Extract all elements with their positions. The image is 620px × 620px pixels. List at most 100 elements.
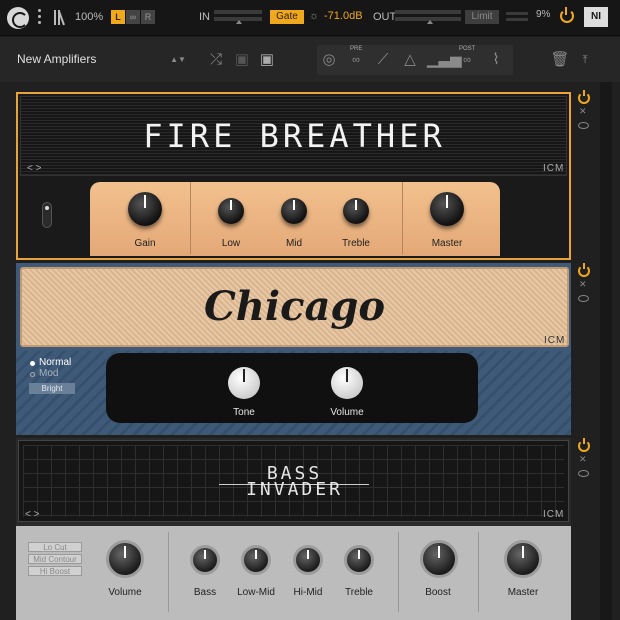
boost-knob[interactable] [420, 540, 458, 578]
low-knob[interactable] [218, 198, 244, 224]
channel-left-button[interactable]: L [111, 10, 125, 24]
bass-invader-control-panel: Lo Cut Mid Contour Hi Boost Volume Bass … [16, 526, 571, 620]
tuner-icon[interactable]: ◎ [319, 50, 339, 70]
mid-knob[interactable] [281, 198, 307, 224]
bass-invader-title-line2: INVADER [246, 479, 343, 500]
guitar-icon[interactable]: ⟋ [373, 50, 393, 70]
fire-breather-toggle-switch[interactable] [42, 202, 52, 228]
chicago-brand: ICM [544, 335, 566, 346]
paperclip-icon[interactable]: ⌇ [486, 50, 506, 70]
normal-radio-dot[interactable] [30, 361, 35, 366]
channel-right-button[interactable]: R [141, 10, 155, 24]
fire-breather-brand: ICM [543, 163, 565, 174]
eq-bars-icon[interactable]: ▁▃▅ [427, 50, 462, 70]
post-tape-icon[interactable]: ∞ [457, 50, 477, 70]
chicago-amp: Chicago ICM Normal Mod Bright Tone Volum… [16, 263, 571, 435]
low-mid-knob[interactable] [241, 545, 271, 575]
bass-volume-label: Volume [108, 587, 142, 598]
boost-label: Boost [425, 587, 451, 598]
bass-treble-label: Treble [345, 587, 373, 598]
gate-button[interactable]: Gate [270, 10, 304, 24]
chicago-knob-panel: Tone Volume [106, 353, 478, 423]
preset-prev-next-icon[interactable]: ▲▼ [168, 50, 188, 70]
menu-kebab-icon[interactable] [38, 9, 42, 26]
pre-tape-icon[interactable]: ∞ [346, 50, 366, 70]
low-label: Low [221, 238, 241, 249]
volume-label: Volume [330, 407, 364, 418]
fx-toolbar: ◎ ∞ PRE ⟋ △ ▁▃▅ ∞ POST ⌇ [317, 45, 513, 75]
shuffle-icon[interactable]: ⤮ [206, 50, 226, 70]
fire-breather-nav-arrows[interactable]: < > [27, 163, 41, 174]
fire-breather-control-panel: Gain Low Mid Treble Master [90, 182, 500, 256]
normal-radio-label[interactable]: Normal [39, 357, 71, 368]
input-meter[interactable] [214, 10, 262, 24]
master-power-icon[interactable] [560, 7, 574, 23]
rack-scrollbar[interactable] [600, 82, 612, 620]
fire-breather-amp: FIRE BREATHER < > ICM Gain Low Mid Trebl… [16, 92, 571, 260]
preset-name[interactable]: New Amplifiers [17, 52, 96, 66]
bass-knob[interactable] [190, 545, 220, 575]
cpu-top-readout: 100% [75, 11, 104, 23]
app-logo-icon[interactable] [7, 7, 29, 29]
mid-contour-button[interactable]: Mid Contour [28, 554, 82, 564]
volume-knob[interactable] [331, 367, 363, 399]
hi-mid-knob[interactable] [293, 545, 323, 575]
bass-invader-view-icon[interactable] [578, 470, 589, 477]
treble-label: Treble [342, 238, 370, 249]
save-disabled-icon: ▣ [234, 51, 250, 68]
limit-button[interactable]: Limit [465, 10, 499, 24]
chicago-collapse-icon[interactable]: ✕ [579, 279, 587, 290]
bass-invader-power-icon[interactable] [578, 438, 590, 452]
gate-threshold-icon: ☼ [309, 10, 320, 22]
mod-radio-label[interactable]: Mod [39, 368, 58, 379]
chicago-view-icon[interactable] [578, 295, 589, 302]
save-as-icon[interactable]: ▣ [257, 50, 277, 70]
treble-knob[interactable] [343, 198, 369, 224]
output-label: OUT [373, 11, 397, 23]
chicago-title: Chicago [203, 283, 386, 330]
collapse-all-icon[interactable]: ⤒ [575, 50, 595, 70]
gate-threshold-value[interactable]: -71.0dB [324, 10, 363, 22]
channel-link-button[interactable]: ∞ [126, 10, 140, 24]
input-label: IN [199, 11, 210, 23]
bass-invader-brand: ICM [543, 509, 565, 520]
bass-master-label: Master [507, 587, 539, 598]
post-label: POST [459, 46, 476, 52]
channel-selector[interactable]: L ∞ R [111, 10, 156, 24]
ni-logo: NI [584, 7, 608, 27]
bass-invader-grill: BASS INVADER < > ICM [18, 440, 569, 522]
fire-breather-power-icon[interactable] [578, 90, 590, 104]
output-meter[interactable] [395, 10, 461, 24]
tone-knob[interactable] [228, 367, 260, 399]
fire-breather-view-icon[interactable] [578, 122, 589, 129]
top-bar: 100% L ∞ R IN Gate ☼ -71.0dB OUT Limit 9… [0, 0, 620, 36]
bass-invader-amp: BASS INVADER < > ICM Lo Cut Mid Contour … [16, 438, 571, 620]
mod-radio-dot[interactable] [30, 372, 35, 377]
fire-breather-grill: FIRE BREATHER < > ICM [20, 96, 567, 176]
cpu-readout: 9% [536, 9, 551, 20]
master-label: Master [431, 238, 463, 249]
bass-invader-nav-arrows[interactable]: < > [25, 509, 39, 520]
chicago-power-icon[interactable] [578, 263, 590, 277]
metronome-icon[interactable]: △ [400, 50, 420, 70]
master-knob[interactable] [430, 192, 464, 226]
bass-master-knob[interactable] [504, 540, 542, 578]
bass-volume-knob[interactable] [106, 540, 144, 578]
fire-breather-title: FIRE BREATHER [143, 117, 446, 155]
chicago-control-area: Normal Mod Bright Tone Volume [16, 351, 571, 435]
library-icon[interactable] [54, 9, 70, 26]
gain-knob[interactable] [128, 192, 162, 226]
low-mid-label: Low-Mid [237, 587, 275, 598]
gain-label: Gain [134, 238, 156, 249]
bass-invader-collapse-icon[interactable]: ✕ [579, 454, 587, 465]
lo-cut-button[interactable]: Lo Cut [28, 542, 82, 552]
cpu-meter [506, 12, 528, 26]
chicago-grill: Chicago ICM [20, 267, 569, 347]
bass-treble-knob[interactable] [344, 545, 374, 575]
fire-breather-collapse-icon[interactable]: ✕ [579, 106, 587, 117]
mid-label: Mid [285, 238, 303, 249]
bright-button[interactable]: Bright [29, 383, 75, 394]
hi-boost-button[interactable]: Hi Boost [28, 566, 82, 576]
trash-icon[interactable]: 🗑 [550, 50, 570, 70]
pre-label: PRE [350, 46, 363, 52]
